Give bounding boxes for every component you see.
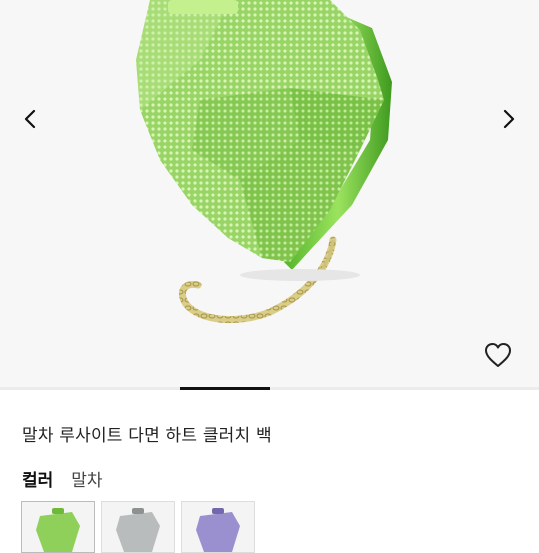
product-title: 말차 루사이트 다면 하트 클러치 백: [22, 426, 272, 446]
gallery-progress-indicator: [0, 387, 539, 390]
swatch-green[interactable]: [21, 501, 95, 553]
heart-outline-icon: [485, 343, 511, 367]
product-image-gallery[interactable]: [0, 0, 539, 389]
prev-image-button[interactable]: [14, 103, 46, 135]
next-image-button[interactable]: [493, 103, 525, 135]
gallery-progress-thumb: [180, 387, 270, 390]
color-option-row: 컬러 말차: [22, 466, 103, 491]
green-crystal-heart-clutch-image: [136, 0, 392, 324]
chevron-right-icon: [503, 109, 515, 129]
color-swatch-list: [21, 501, 255, 553]
wishlist-button[interactable]: [481, 338, 515, 372]
lavender-bag-thumbnail-icon: [196, 508, 240, 552]
color-label: 컬러: [22, 471, 54, 491]
chevron-left-icon: [24, 109, 36, 129]
silver-bag-thumbnail-icon: [116, 508, 160, 552]
color-value: 말차: [71, 471, 103, 491]
swatch-silver[interactable]: [101, 501, 175, 553]
swatch-lavender[interactable]: [181, 501, 255, 553]
green-bag-thumbnail-icon: [36, 508, 80, 552]
